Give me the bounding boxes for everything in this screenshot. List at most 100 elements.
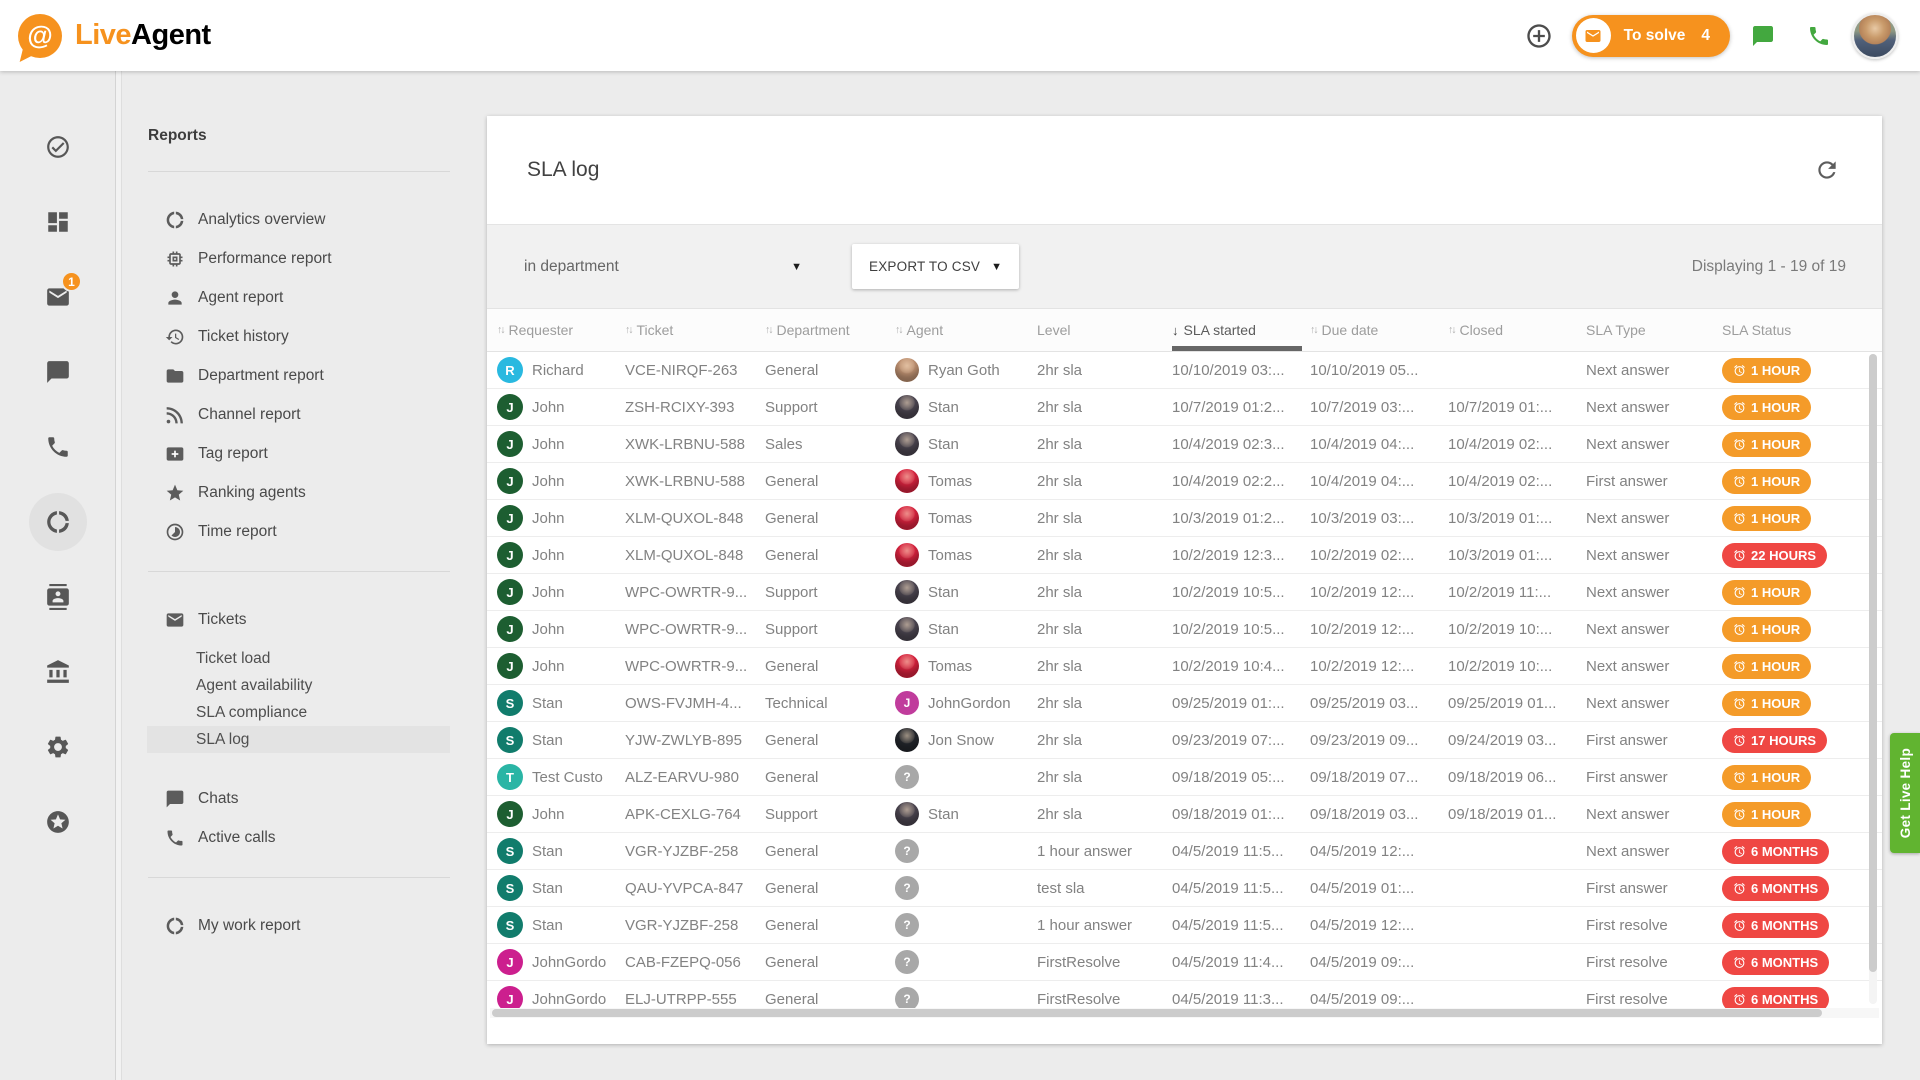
- column-header-sla-started[interactable]: ↓ SLA started: [1172, 309, 1310, 351]
- donut-icon: [165, 210, 185, 230]
- due-date-cell: 04/5/2019 12:...: [1310, 843, 1448, 860]
- sidebar-item-channel-report[interactable]: Channel report: [122, 395, 480, 434]
- sla-status-cell: 1 HOUR: [1722, 691, 1882, 716]
- agent-avatar: J: [895, 691, 919, 715]
- sidebar-item-ranking-agents[interactable]: Ranking agents: [122, 473, 480, 512]
- ticket-cell: VGR-YJZBF-258: [625, 843, 765, 860]
- agent-cell: ?: [895, 987, 1037, 1008]
- sidebar-item-analytics-overview[interactable]: Analytics overview: [122, 200, 480, 239]
- get-live-help-tab[interactable]: Get Live Help: [1890, 733, 1920, 853]
- sla-status-cell: 1 HOUR: [1722, 802, 1882, 827]
- add-button[interactable]: [1516, 13, 1562, 59]
- rail-item-calls[interactable]: [20, 409, 95, 484]
- sla-status-cell: 6 MONTHS: [1722, 913, 1882, 938]
- rail-item-contacts[interactable]: [20, 559, 95, 634]
- table-row[interactable]: J John WPC-OWRTR-9... Support Stan 2hr s…: [487, 574, 1882, 611]
- to-solve-count: 4: [1701, 27, 1710, 45]
- requester-avatar: J: [497, 801, 523, 827]
- column-header-requester[interactable]: ↑↓ Requester: [497, 309, 625, 351]
- level-cell: test sla: [1037, 880, 1172, 897]
- rail-item-chats[interactable]: [20, 334, 95, 409]
- rail-item-dashboard[interactable]: [20, 184, 95, 259]
- department-cell: General: [765, 843, 895, 860]
- table-row[interactable]: J JohnGordo ELJ-UTRPP-555 General ? Firs…: [487, 981, 1882, 1008]
- column-header-closed[interactable]: ↑↓ Closed: [1448, 309, 1586, 351]
- table-row[interactable]: J John ZSH-RCIXY-393 Support Stan 2hr sl…: [487, 389, 1882, 426]
- sidebar-item-department-report[interactable]: Department report: [122, 356, 480, 395]
- status-label: 6 MONTHS: [1751, 881, 1818, 896]
- table-row[interactable]: R Richard VCE-NIRQF-263 General Ryan Got…: [487, 352, 1882, 389]
- sidebar-item-performance-report[interactable]: Performance report: [122, 239, 480, 278]
- table-row[interactable]: J John XLM-QUXOL-848 General Tomas 2hr s…: [487, 500, 1882, 537]
- ticket-cell: ALZ-EARVU-980: [625, 769, 765, 786]
- sidebar-item-agent-report[interactable]: Agent report: [122, 278, 480, 317]
- sla-started-cell: 04/5/2019 11:5...: [1172, 843, 1310, 860]
- status-badge: 1 HOUR: [1722, 802, 1811, 827]
- rail-item-todo[interactable]: [20, 109, 95, 184]
- table-row[interactable]: J John XWK-LRBNU-588 General Tomas 2hr s…: [487, 463, 1882, 500]
- table-row[interactable]: J JohnGordo CAB-FZEPQ-056 General ? Firs…: [487, 944, 1882, 981]
- requester-avatar: R: [497, 357, 523, 383]
- due-date-cell: 10/7/2019 03:...: [1310, 399, 1448, 416]
- sidebar-item-active-calls[interactable]: Active calls: [122, 818, 480, 857]
- table-row[interactable]: J John XWK-LRBNU-588 Sales Stan 2hr sla …: [487, 426, 1882, 463]
- requester-cell: J John: [497, 542, 625, 568]
- rail-item-company[interactable]: [20, 634, 95, 709]
- column-header-department[interactable]: ↑↓ Department: [765, 309, 895, 351]
- ticket-cell: QAU-YVPCA-847: [625, 880, 765, 897]
- rail-item-gamification[interactable]: [20, 784, 95, 859]
- ticket-cell: OWS-FVJMH-4...: [625, 695, 765, 712]
- sidebar-item-tickets[interactable]: Tickets: [122, 600, 480, 639]
- table-row[interactable]: T Test Custo ALZ-EARVU-980 General ? 2hr…: [487, 759, 1882, 796]
- table-row[interactable]: J John APK-CEXLG-764 Support Stan 2hr sl…: [487, 796, 1882, 833]
- column-header-ticket[interactable]: ↑↓ Ticket: [625, 309, 765, 351]
- calls-button[interactable]: [1796, 13, 1842, 59]
- department-cell: General: [765, 880, 895, 897]
- sidebar-item-tag-report[interactable]: Tag report: [122, 434, 480, 473]
- due-date-cell: 10/2/2019 02:...: [1310, 547, 1448, 564]
- refresh-button[interactable]: [1814, 157, 1840, 183]
- sla-status-cell: 1 HOUR: [1722, 617, 1882, 642]
- export-to-csv-button[interactable]: EXPORT TO CSV ▼: [852, 244, 1019, 289]
- rail-item-reports[interactable]: [20, 484, 95, 559]
- requester-cell: T Test Custo: [497, 764, 625, 790]
- ticket-cell: ELJ-UTRPP-555: [625, 991, 765, 1008]
- status-label: 1 HOUR: [1751, 511, 1800, 526]
- topbar-actions: To solve 4: [1516, 13, 1898, 59]
- sidebar-subitem-agent-availability[interactable]: Agent availability: [147, 672, 450, 699]
- horizontal-scrollbar-thumb[interactable]: [492, 1009, 1822, 1017]
- table-row[interactable]: J John XLM-QUXOL-848 General Tomas 2hr s…: [487, 537, 1882, 574]
- department-cell: General: [765, 547, 895, 564]
- table-row[interactable]: S Stan VGR-YJZBF-258 General ? 1 hour an…: [487, 907, 1882, 944]
- user-avatar[interactable]: [1852, 13, 1898, 59]
- table-row[interactable]: S Stan YJW-ZWLYB-895 General Jon Snow 2h…: [487, 722, 1882, 759]
- horizontal-scrollbar[interactable]: [490, 1008, 1879, 1018]
- table-row[interactable]: S Stan OWS-FVJMH-4... Technical JJohnGor…: [487, 685, 1882, 722]
- sidebar-item-time-report[interactable]: Time report: [122, 512, 480, 551]
- rail-item-settings[interactable]: [20, 709, 95, 784]
- agent-avatar: ?: [895, 765, 919, 789]
- sidebar-subitem-sla-log[interactable]: SLA log: [147, 726, 450, 753]
- due-date-cell: 04/5/2019 09:...: [1310, 991, 1448, 1008]
- sidebar-item-my-work-report[interactable]: My work report: [122, 906, 480, 945]
- department-cell: General: [765, 954, 895, 971]
- sidebar-item-ticket-history[interactable]: Ticket history: [122, 317, 480, 356]
- table-row[interactable]: S Stan QAU-YVPCA-847 General ? test sla …: [487, 870, 1882, 907]
- vertical-scrollbar-thumb[interactable]: [1869, 354, 1877, 972]
- rail-item-tickets[interactable]: 1: [20, 259, 95, 334]
- to-solve-button[interactable]: To solve 4: [1572, 15, 1730, 57]
- table-row[interactable]: S Stan VGR-YJZBF-258 General ? 1 hour an…: [487, 833, 1882, 870]
- agent-avatar: [895, 432, 919, 456]
- table-row[interactable]: J John WPC-OWRTR-9... Support Stan 2hr s…: [487, 611, 1882, 648]
- sidebar-subitem-sla-compliance[interactable]: SLA compliance: [147, 699, 450, 726]
- column-header-agent[interactable]: ↑↓ Agent: [895, 309, 1037, 351]
- table-row[interactable]: J John WPC-OWRTR-9... General Tomas 2hr …: [487, 648, 1882, 685]
- sidebar-item-chats[interactable]: Chats: [122, 779, 480, 818]
- chats-button[interactable]: [1740, 13, 1786, 59]
- vertical-scrollbar[interactable]: [1869, 354, 1877, 1004]
- sidebar-subitem-ticket-load[interactable]: Ticket load: [147, 645, 450, 672]
- department-filter-select[interactable]: in department ▼: [524, 258, 812, 276]
- column-header-due-date[interactable]: ↑↓ Due date: [1310, 309, 1448, 351]
- person-icon: [165, 288, 185, 308]
- requester-name: John: [532, 547, 565, 564]
